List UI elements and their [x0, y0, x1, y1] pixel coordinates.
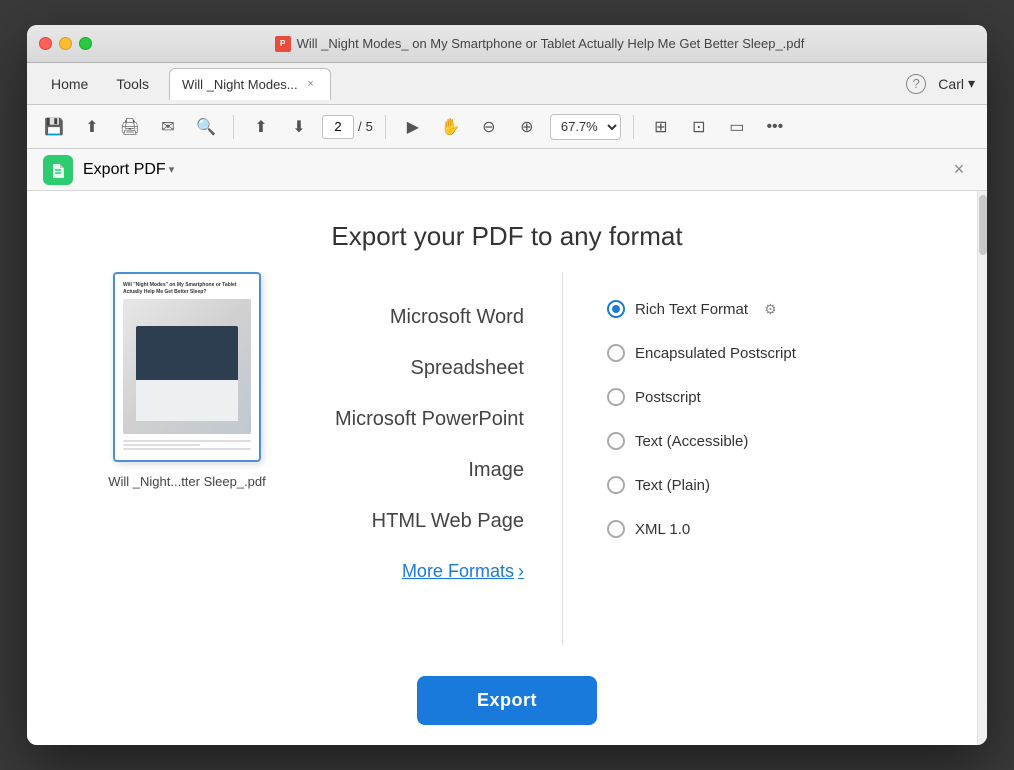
minimize-button[interactable] [59, 37, 72, 50]
separator-2 [385, 115, 386, 139]
pdf-title-icon: P [275, 36, 291, 52]
file-name: Will _Night...tter Sleep_.pdf [108, 474, 266, 489]
format-list: Microsoft Word Spreadsheet Microsoft Pow… [327, 272, 563, 646]
format-spreadsheet[interactable]: Spreadsheet [327, 343, 532, 394]
save-button[interactable]: 💾 [39, 112, 69, 142]
page-total: 5 [366, 119, 373, 134]
radio-circle-text-accessible [607, 432, 625, 450]
pdf-thumbnail: Will "Night Modes" on My Smartphone or T… [113, 272, 261, 462]
panel-dropdown-icon: ▾ [169, 163, 175, 176]
mail-button[interactable]: ✉ [153, 112, 183, 142]
document-tab[interactable]: Will _Night Modes... × [169, 68, 331, 100]
radio-label-eps: Encapsulated Postscript [635, 345, 796, 362]
view-mode-button[interactable]: ▭ [722, 112, 752, 142]
next-page-button[interactable]: ⬇ [284, 112, 314, 142]
radio-circle-postscript [607, 388, 625, 406]
user-name: Carl [938, 76, 964, 92]
radio-label-text-plain: Text (Plain) [635, 477, 710, 494]
tab-label: Will _Night Modes... [182, 77, 298, 92]
menu-home[interactable]: Home [39, 71, 100, 97]
radio-label-xml: XML 1.0 [635, 521, 690, 538]
radio-circle-text-plain [607, 476, 625, 494]
menu-items: Home Tools [39, 71, 161, 97]
upload-button[interactable]: ⬆ [77, 112, 107, 142]
tab-bar: Will _Night Modes... × [169, 68, 906, 100]
menu-bar: Home Tools Will _Night Modes... × ? Carl… [27, 63, 987, 105]
pdf-line-3 [123, 448, 251, 450]
thumbnail-dark-area [136, 326, 238, 387]
radio-text-plain[interactable]: Text (Plain) [603, 468, 863, 502]
format-microsoft-word[interactable]: Microsoft Word [327, 292, 532, 343]
export-heading: Export your PDF to any format [27, 191, 987, 272]
page-navigation: / 5 [322, 115, 373, 139]
export-footer: Export [27, 646, 987, 745]
bookmark-button[interactable]: ⊡ [684, 112, 714, 142]
user-menu-button[interactable]: Carl ▾ [938, 75, 975, 92]
fit-page-button[interactable]: ⊞ [646, 112, 676, 142]
sub-formats: Rich Text Format ⚙ Encapsulated Postscri… [603, 272, 863, 646]
pdf-line-1 [123, 440, 251, 442]
user-dropdown-icon: ▾ [968, 75, 975, 92]
format-microsoft-powerpoint[interactable]: Microsoft PowerPoint [327, 394, 532, 445]
separator-3 [633, 115, 634, 139]
thumbnail-image [123, 299, 251, 434]
panel-icon [43, 155, 73, 185]
close-button[interactable] [39, 37, 52, 50]
window-title-area: P Will _Night Modes_ on My Smartphone or… [104, 36, 975, 52]
panel-header: Export PDF ▾ × [27, 149, 987, 191]
toolbar: 💾 ⬆ 🖨 ✉ 🔍 ⬆ ⬇ / 5 ▶ ✋ ⊖ ⊕ 67.7% ⊞ ⊡ ▭ ••… [27, 105, 987, 149]
radio-circle-xml [607, 520, 625, 538]
hand-tool-button[interactable]: ✋ [436, 112, 466, 142]
thumbnail-lines [123, 440, 251, 452]
gear-icon[interactable]: ⚙ [764, 301, 777, 318]
more-formats-link[interactable]: More Formats › [327, 547, 532, 596]
menu-right: ? Carl ▾ [906, 74, 975, 94]
page-separator: / [358, 119, 362, 134]
cursor-tool-button[interactable]: ▶ [398, 112, 428, 142]
radio-xml-1-0[interactable]: XML 1.0 [603, 512, 863, 546]
separator-1 [233, 115, 234, 139]
prev-page-button[interactable]: ⬆ [246, 112, 276, 142]
print-button[interactable]: 🖨 [115, 112, 145, 142]
pdf-line-2 [123, 444, 200, 446]
more-options-button[interactable]: ••• [760, 112, 790, 142]
menu-tools[interactable]: Tools [104, 71, 161, 97]
radio-circle-eps [607, 344, 625, 362]
tab-close-button[interactable]: × [304, 77, 318, 91]
panel-title: Export PDF [83, 161, 166, 179]
scrollbar-thumb[interactable] [979, 195, 987, 255]
radio-encapsulated-postscript[interactable]: Encapsulated Postscript [603, 336, 863, 370]
help-button[interactable]: ? [906, 74, 926, 94]
page-input[interactable] [322, 115, 354, 139]
radio-text-accessible[interactable]: Text (Accessible) [603, 424, 863, 458]
file-preview: Will "Night Modes" on My Smartphone or T… [87, 272, 287, 646]
main-window: P Will _Night Modes_ on My Smartphone or… [27, 25, 987, 745]
format-html-web-page[interactable]: HTML Web Page [327, 496, 532, 547]
thumbnail-title: Will "Night Modes" on My Smartphone or T… [123, 282, 251, 295]
zoom-in-button[interactable]: ⊕ [512, 112, 542, 142]
radio-circle-rich-text [607, 300, 625, 318]
more-formats-chevron-icon: › [518, 561, 524, 582]
thumbnail-light-area [136, 380, 238, 421]
zoom-select[interactable]: 67.7% [550, 114, 621, 140]
radio-postscript[interactable]: Postscript [603, 380, 863, 414]
more-formats-label: More Formats [402, 561, 514, 582]
traffic-lights [39, 37, 92, 50]
radio-label-text-accessible: Text (Accessible) [635, 433, 748, 450]
radio-rich-text-format[interactable]: Rich Text Format ⚙ [603, 292, 863, 326]
panel-close-button[interactable]: × [947, 158, 971, 182]
export-body: Will "Night Modes" on My Smartphone or T… [27, 272, 987, 646]
format-image[interactable]: Image [327, 445, 532, 496]
search-button[interactable]: 🔍 [191, 112, 221, 142]
zoom-out-button[interactable]: ⊖ [474, 112, 504, 142]
scrollbar-track[interactable] [977, 191, 987, 745]
radio-label-rich-text: Rich Text Format [635, 301, 748, 318]
title-bar: P Will _Night Modes_ on My Smartphone or… [27, 25, 987, 63]
main-content: Export your PDF to any format Will "Nigh… [27, 191, 987, 745]
radio-label-postscript: Postscript [635, 389, 701, 406]
export-button[interactable]: Export [417, 676, 597, 725]
window-title: Will _Night Modes_ on My Smartphone or T… [297, 36, 805, 51]
maximize-button[interactable] [79, 37, 92, 50]
